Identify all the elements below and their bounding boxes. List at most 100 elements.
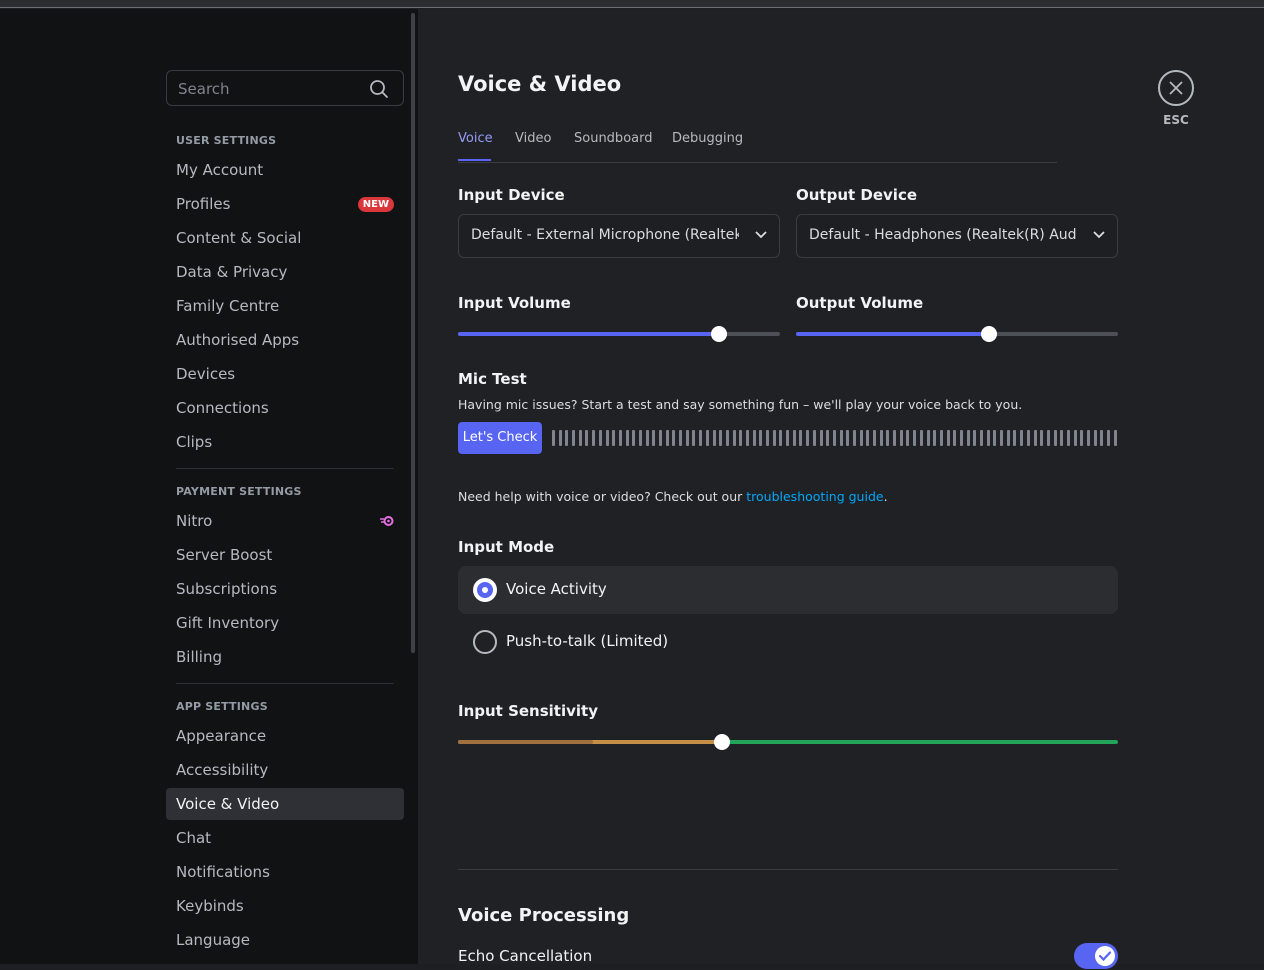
- meter-bar: [832, 430, 836, 446]
- meter-bar: [592, 430, 596, 446]
- meter-bar: [980, 430, 983, 446]
- input-volume-slider[interactable]: [458, 326, 780, 342]
- sidebar-item-language[interactable]: Language: [166, 924, 404, 956]
- meter-bar: [1107, 430, 1111, 446]
- tab-soundboard[interactable]: Soundboard: [574, 131, 652, 146]
- meter-bar: [1060, 430, 1064, 446]
- meter-bar: [745, 430, 749, 446]
- chevron-down-icon: [1093, 231, 1105, 239]
- meter-bar: [1040, 430, 1044, 446]
- meter-bar: [873, 430, 876, 446]
- meter-bar: [879, 430, 883, 446]
- sidebar-item-accessibility[interactable]: Accessibility: [166, 754, 404, 786]
- sidebar-item-my-account[interactable]: My Account: [166, 154, 404, 186]
- sidebar-item-keybinds[interactable]: Keybinds: [166, 890, 404, 922]
- sidebar-item-profiles[interactable]: Profiles NEW: [166, 188, 404, 220]
- new-badge: NEW: [357, 197, 394, 212]
- sidebar-search-input[interactable]: Search: [166, 70, 404, 106]
- output-volume-fill: [796, 332, 990, 336]
- sidebar-item-authorised-apps[interactable]: Authorised Apps: [166, 324, 404, 356]
- meter-bar: [705, 430, 709, 446]
- radio-selected-icon: [473, 578, 497, 602]
- section-header-payment-settings: PAYMENT SETTINGS: [176, 485, 302, 498]
- meter-bar: [752, 430, 756, 446]
- meter-bar: [866, 430, 870, 446]
- meter-bar: [685, 430, 689, 446]
- output-volume-label: Output Volume: [796, 294, 924, 312]
- meter-bar: [846, 430, 850, 446]
- radio-voice-activity[interactable]: Voice Activity: [458, 566, 1118, 614]
- input-volume-handle[interactable]: [710, 326, 727, 342]
- meter-bar: [645, 430, 649, 446]
- output-device-label: Output Device: [796, 186, 918, 204]
- echo-cancellation-label: Echo Cancellation: [458, 947, 593, 965]
- meter-bar: [933, 430, 937, 446]
- nitro-icon: [380, 516, 394, 526]
- meter-bar: [652, 430, 656, 446]
- sidebar-item-billing[interactable]: Billing: [166, 641, 404, 673]
- output-volume-slider[interactable]: [796, 326, 1118, 342]
- input-volume-label: Input Volume: [458, 294, 571, 312]
- meter-bar: [1113, 430, 1117, 446]
- tab-voice[interactable]: Voice: [458, 131, 493, 146]
- meter-bar: [786, 430, 790, 446]
- sidebar-item-devices[interactable]: Devices: [166, 358, 404, 390]
- sidebar-scrollbar[interactable]: [411, 13, 415, 653]
- lets-check-button[interactable]: Let's Check: [458, 422, 542, 454]
- meter-bar: [552, 430, 555, 446]
- meter-bar: [558, 430, 562, 446]
- meter-bar: [578, 430, 582, 446]
- close-button[interactable]: [1158, 70, 1194, 106]
- sidebar-item-voice-video[interactable]: Voice & Video: [166, 788, 404, 820]
- voice-processing-title: Voice Processing: [458, 905, 630, 926]
- meter-bar: [1000, 430, 1004, 446]
- sidebar-divider: [176, 683, 394, 684]
- meter-bar: [1087, 430, 1090, 446]
- meter-bar: [1046, 430, 1050, 446]
- output-device-select[interactable]: Default - Headphones (Realtek(R) Audio): [796, 214, 1118, 258]
- echo-cancellation-toggle[interactable]: [1074, 943, 1118, 969]
- sidebar-item-nitro[interactable]: Nitro: [166, 505, 404, 537]
- chevron-down-icon: [755, 231, 767, 239]
- sidebar-item-family-centre[interactable]: Family Centre: [166, 290, 404, 322]
- sidebar-item-notifications[interactable]: Notifications: [166, 856, 404, 888]
- meter-bar: [1066, 430, 1070, 446]
- section-header-app-settings: APP SETTINGS: [176, 700, 268, 713]
- meter-bar: [1080, 430, 1084, 446]
- input-device-value: Default - External Microphone (Realtek(R…: [471, 227, 739, 243]
- meter-bar: [1013, 430, 1017, 446]
- page-title: Voice & Video: [458, 72, 622, 96]
- tab-video[interactable]: Video: [515, 131, 551, 146]
- toggle-knob: [1095, 946, 1115, 966]
- meter-bar: [638, 430, 642, 446]
- meter-bar: [973, 430, 977, 446]
- output-device-value: Default - Headphones (Realtek(R) Audio): [809, 227, 1077, 243]
- sidebar-item-connections[interactable]: Connections: [166, 392, 404, 424]
- sidebar-item-clips[interactable]: Clips: [166, 426, 404, 458]
- checkmark-icon: [1098, 951, 1112, 962]
- sidebar-item-server-boost[interactable]: Server Boost: [166, 539, 404, 571]
- sidebar-item-chat[interactable]: Chat: [166, 822, 404, 854]
- meter-bar: [659, 430, 662, 446]
- meter-bar: [1073, 430, 1077, 446]
- section-header-user-settings: USER SETTINGS: [176, 134, 277, 147]
- sidebar-item-subscriptions[interactable]: Subscriptions: [166, 573, 404, 605]
- sidebar-item-content-social[interactable]: Content & Social: [166, 222, 404, 254]
- meter-bar: [598, 430, 602, 446]
- meter-bar: [1100, 430, 1104, 446]
- meter-bar: [565, 430, 569, 446]
- sidebar-item-data-privacy[interactable]: Data & Privacy: [166, 256, 404, 288]
- troubleshooting-guide-link[interactable]: troubleshooting guide: [746, 489, 883, 504]
- mic-test-label: Mic Test: [458, 370, 527, 388]
- input-sensitivity-handle[interactable]: [714, 734, 730, 750]
- meter-bar: [899, 430, 903, 446]
- meter-bar: [759, 430, 763, 446]
- input-sensitivity-slider[interactable]: [458, 734, 1118, 750]
- sidebar-item-appearance[interactable]: Appearance: [166, 720, 404, 752]
- meter-bar: [913, 430, 917, 446]
- tab-debugging[interactable]: Debugging: [672, 131, 743, 146]
- input-device-select[interactable]: Default - External Microphone (Realtek(R…: [458, 214, 780, 258]
- input-mode-label: Input Mode: [458, 538, 555, 556]
- sidebar-item-gift-inventory[interactable]: Gift Inventory: [166, 607, 404, 639]
- radio-push-to-talk[interactable]: Push-to-talk (Limited): [458, 618, 1118, 666]
